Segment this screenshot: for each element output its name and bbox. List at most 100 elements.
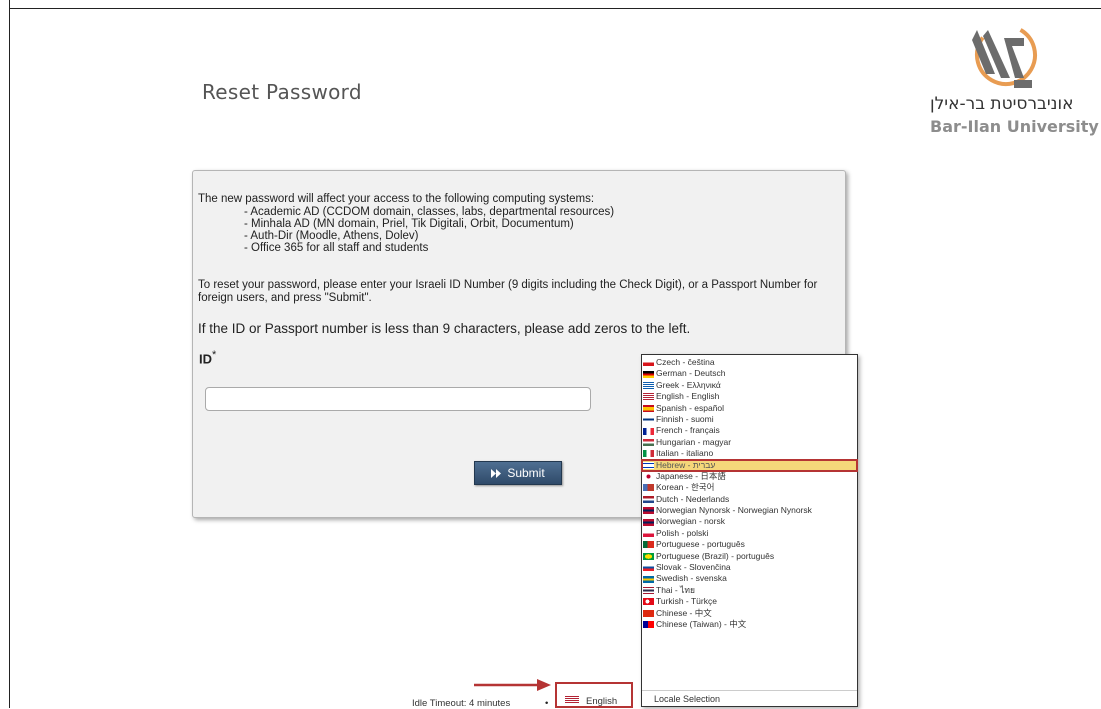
locale-item[interactable]: Turkish - Türkçe [642, 596, 857, 607]
locale-item-label: Chinese (Taiwan) - 中文 [656, 618, 747, 629]
poland-flag-icon [643, 530, 654, 538]
locale-item-label: Finnish - suomi [656, 413, 714, 424]
thai-flag-icon [643, 587, 654, 594]
locale-item-label: Norwegian - norsk [656, 516, 725, 527]
required-marker: * [212, 349, 217, 361]
submit-button[interactable]: Submit [474, 461, 562, 485]
locale-selection-footer[interactable]: Locale Selection [642, 690, 857, 706]
locale-item[interactable]: Finnish - suomi [642, 414, 857, 425]
norway-flag-icon [643, 518, 654, 526]
locale-item-label: Korean - 한국어 [656, 482, 715, 493]
systems-list: - Academic AD (CCDOM domain, classes, la… [244, 206, 614, 254]
locale-item[interactable]: Slovak - Slovenčina [642, 562, 857, 573]
submit-label: Submit [507, 466, 545, 480]
finnish-flag-icon [643, 416, 654, 424]
locale-item[interactable]: Korean - 한국어 [642, 482, 857, 493]
locale-item[interactable]: Italian - italiano [642, 448, 857, 459]
slovak-flag-icon [643, 564, 654, 572]
locale-item[interactable]: Portuguese - português [642, 539, 857, 550]
locale-item[interactable]: Spanish - español [642, 403, 857, 414]
locale-item-label: German - Deutsch [656, 368, 726, 379]
locale-item-label: Dutch - Nederlands [656, 493, 730, 504]
taiwan-flag-icon [643, 621, 654, 629]
locale-menu[interactable]: Czech - čeština German - Deutsch Greek - Ε… [641, 354, 858, 707]
czech-flag-icon [643, 359, 654, 367]
list-item: - Office 365 for all staff and students [244, 242, 429, 254]
hungarian-flag-icon [643, 438, 654, 446]
locale-item[interactable]: Japanese - 日本語 [642, 471, 857, 482]
locale-item[interactable]: Swedish - svenska [642, 573, 857, 584]
locale-item-label: Greek - Ελληνικά [656, 379, 721, 390]
locale-item[interactable]: Czech - čeština [642, 357, 857, 368]
locale-item[interactable]: German - Deutsch [642, 368, 857, 379]
locale-item[interactable]: Norwegian Nynorsk - Norwegian Nynorsk [642, 505, 857, 516]
reset-instruction: To reset your password, please enter you… [198, 279, 818, 304]
dutch-flag-icon [643, 495, 654, 503]
red-arrow-icon [474, 679, 551, 691]
logo-english-text: Bar-Ilan University [930, 117, 1099, 136]
china-flag-icon [643, 609, 654, 617]
locale-item-label: Spanish - español [656, 402, 725, 413]
locale-item[interactable]: Hebrew - עברית [641, 458, 858, 472]
locale-item-label: Hungarian - magyar [656, 436, 732, 447]
page-title: Reset Password [202, 80, 362, 104]
logo-hebrew-text: אוניברסיטת בר-אילן [930, 94, 1074, 114]
french-flag-icon [643, 427, 654, 435]
intro-text: The new password will affect your access… [198, 193, 595, 205]
locale-item-label: Slovak - Slovenčina [656, 562, 731, 573]
german-flag-icon [643, 370, 654, 378]
locale-list: Czech - čeština German - Deutsch Greek - Ε… [641, 357, 858, 630]
locale-item-label: English - English [656, 391, 720, 402]
window-frame-top [9, 8, 1101, 9]
locale-item[interactable]: Chinese (Taiwan) - 中文 [642, 619, 857, 630]
bar-ilan-logo-icon [972, 24, 1037, 88]
locale-item-label: Portuguese - português [656, 539, 745, 550]
portugal-flag-icon [643, 541, 654, 549]
idle-timeout-text: Idle Timeout: 4 minutes [412, 698, 511, 709]
italian-flag-icon [643, 450, 654, 458]
locale-item-label: Norwegian Nynorsk - Norwegian Nynorsk [656, 505, 812, 516]
israel-flag-icon [643, 461, 654, 469]
window-frame-left [9, 0, 10, 708]
brazil-flag-icon [643, 552, 654, 560]
locale-item-label: Japanese - 日本語 [656, 470, 726, 481]
locale-item-label: Polish - polski [656, 527, 709, 538]
locale-item[interactable]: French - français [642, 425, 857, 436]
locale-item-label: Swedish - svenska [656, 573, 727, 584]
list-item: - Minhala AD (MN domain, Priel, Tik Digi… [244, 218, 574, 230]
list-item: - Academic AD (CCDOM domain, classes, la… [244, 206, 615, 218]
zero-padding-note: If the ID or Passport number is less tha… [198, 321, 691, 336]
spanish-flag-icon [643, 404, 654, 412]
locale-item-label: Hebrew - עברית [656, 459, 716, 470]
language-selector-button[interactable]: English [555, 682, 633, 708]
locale-item[interactable]: Hungarian - magyar [642, 437, 857, 448]
locale-item-label: Czech - čeština [656, 357, 715, 367]
locale-item[interactable]: English - English [642, 391, 857, 402]
locale-item[interactable]: Norwegian - norsk [642, 516, 857, 527]
locale-item-label: Thai - ไทย [656, 584, 695, 595]
us-flag-icon [565, 696, 579, 704]
locale-item[interactable]: Thai - ไทย [642, 585, 857, 596]
list-item: - Auth-Dir (Moodle, Athens, Dolev) [244, 230, 419, 242]
sweden-flag-icon [643, 575, 654, 583]
locale-item[interactable]: Portuguese (Brazil) - português [642, 551, 857, 562]
locale-item[interactable]: Dutch - Nederlands [642, 494, 857, 505]
language-label: English [586, 696, 618, 707]
id-label-text: ID [199, 351, 212, 367]
separator-dot: • [545, 698, 549, 709]
id-input[interactable] [205, 387, 591, 411]
greek-flag-icon [643, 381, 654, 389]
us-flag-icon [643, 393, 654, 401]
double-arrow-icon [491, 468, 502, 478]
locale-item-label: French - français [656, 425, 720, 436]
locale-item[interactable]: Polish - polski [642, 528, 857, 539]
locale-item-label: Turkish - Türkçe [656, 596, 717, 607]
locale-item-label: Portuguese (Brazil) - português [656, 550, 775, 561]
locale-item[interactable]: Chinese - 中文 [642, 608, 857, 619]
norway-flag-icon [643, 507, 654, 515]
id-label: ID* [199, 349, 216, 366]
locale-item[interactable]: Greek - Ελληνικά [642, 380, 857, 391]
locale-item-label: Italian - italiano [656, 448, 714, 459]
turkey-flag-icon [643, 598, 654, 606]
locale-item-label: Chinese - 中文 [656, 607, 712, 618]
